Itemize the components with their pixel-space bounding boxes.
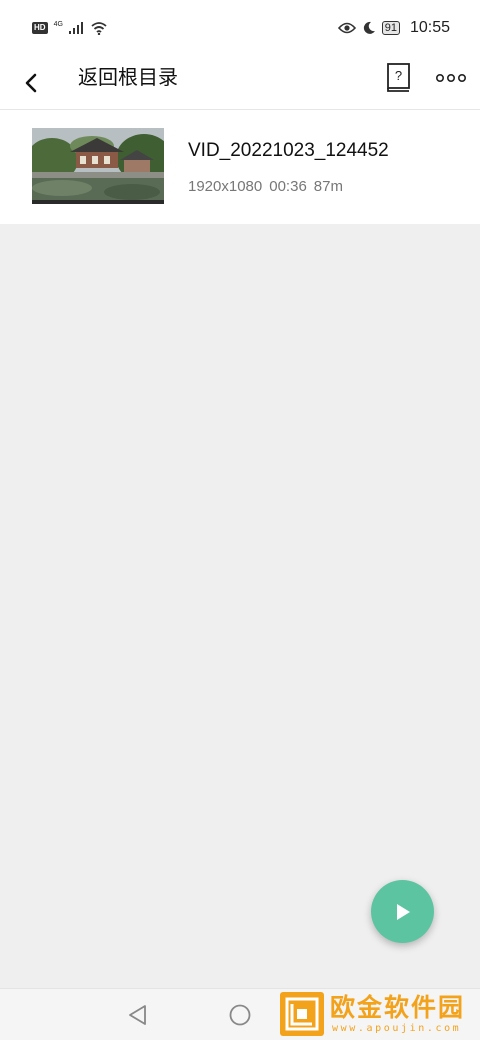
signal-icon (68, 22, 83, 34)
watermark: 欧金软件园 www.apoujin.com (280, 990, 476, 1038)
status-left: HD 4G (32, 20, 107, 35)
nav-home-button[interactable] (228, 1003, 252, 1032)
video-list-item[interactable]: VID_20221023_124452 1920x1080 00:36 87m (0, 110, 480, 224)
clock: 10:55 (409, 19, 450, 36)
video-duration: 00:36 (269, 178, 307, 195)
page-title: 返回根目录 (78, 67, 178, 89)
chevron-left-icon (25, 73, 37, 93)
watermark-url: www.apoujin.com (332, 1023, 462, 1034)
back-button[interactable] (14, 65, 48, 101)
triangle-back-icon (129, 1005, 146, 1025)
help-glyph: ? (395, 68, 402, 83)
video-metadata: 1920x1080 00:36 87m (188, 178, 350, 195)
help-button[interactable]: ? (386, 62, 416, 96)
app-bar: 返回根目录 ? (0, 56, 480, 110)
nav-back-button[interactable] (126, 1003, 150, 1032)
video-size: 87m (313, 178, 343, 195)
watermark-text: 欧金软件园 (330, 994, 466, 1022)
help-book-icon: ? (387, 63, 410, 92)
more-dots-icon (436, 73, 466, 83)
wifi-icon (91, 21, 107, 35)
play-icon (396, 903, 410, 920)
video-list: VID_20221023_124452 1920x1080 00:36 87m (0, 110, 480, 224)
video-resolution: 1920x1080 (188, 178, 263, 195)
battery-level: 91 (384, 22, 397, 34)
video-filename: VID_20221023_124452 (188, 140, 389, 161)
pavilion-landscape-image (32, 128, 164, 204)
watermark-logo-icon (280, 992, 324, 1036)
battery-icon: 91 (381, 21, 400, 35)
eye-comfort-icon (337, 22, 356, 34)
video-thumbnail[interactable] (32, 128, 164, 204)
more-options-button[interactable] (434, 64, 468, 92)
network-type: 4G (53, 20, 63, 28)
do-not-disturb-moon-icon (363, 21, 375, 34)
play-button[interactable] (371, 880, 434, 943)
status-right: 91 10:55 (337, 19, 450, 37)
circle-home-icon (229, 1004, 251, 1026)
status-bar: HD 4G 91 10:55 (0, 0, 480, 56)
hd-badge: HD (32, 22, 48, 34)
